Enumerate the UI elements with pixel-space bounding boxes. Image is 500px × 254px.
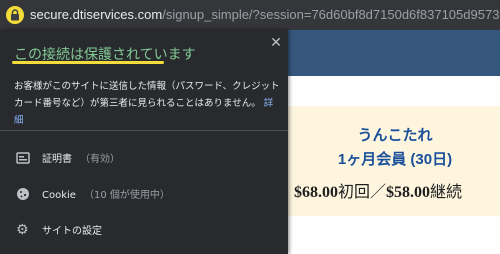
certificate-label-text: 証明書 (42, 154, 72, 165)
cookie-row[interactable]: Cookie （10 個が使用中） (0, 176, 288, 212)
certificate-row[interactable]: 証明書 （有効） (0, 140, 288, 176)
plan-term: 1ヶ月会員 (30日) (337, 151, 453, 168)
divider (0, 130, 288, 131)
certificate-status: （有効） (80, 154, 120, 165)
price-recurring: $58.00 (386, 184, 431, 201)
cookie-icon (17, 188, 29, 200)
close-button[interactable]: ✕ (267, 34, 285, 52)
url-path: /signup_simple/?session=76d60bf8d7150d6f… (162, 7, 500, 22)
cookie-label: Cookie （10 個が使用中） (42, 186, 170, 201)
description-text: お客様がこのサイトに送信した情報（パスワード、クレジット カード番号など）が第三… (14, 81, 280, 109)
url-host: secure.dtiservices.com (30, 7, 163, 22)
lock-icon (11, 9, 19, 21)
price-first: $68.00 (294, 184, 338, 201)
certificate-label: 証明書 （有効） (42, 150, 120, 165)
plan-price: $68.00初回／$58.00継続 (294, 178, 500, 202)
site-settings-row[interactable]: ⚙ サイトの設定 (0, 212, 288, 248)
address-bar[interactable]: secure.dtiservices.com/signup_simple/?se… (0, 0, 500, 30)
cookie-count: （10 個が使用中） (83, 190, 170, 201)
title-highlight-underline (12, 61, 164, 64)
connection-info-popup: この接続は保護されています ✕ お客様がこのサイトに送信した情報（パスワード、ク… (0, 30, 288, 254)
page-bottom (288, 216, 500, 254)
gear-icon: ⚙ (16, 222, 29, 238)
page-header (288, 30, 500, 76)
url-text[interactable]: secure.dtiservices.com/signup_simple/?se… (30, 7, 500, 22)
plan-name: うんこたれ (357, 127, 433, 144)
price-first-label: 初回／ (338, 184, 387, 201)
site-info-button[interactable] (6, 6, 24, 24)
page-spacer (288, 76, 500, 106)
connection-description: お客様がこのサイトに送信した情報（パスワード、クレジット カード番号など）が第三… (14, 78, 282, 129)
cookie-label-text: Cookie (42, 190, 76, 201)
close-icon: ✕ (270, 35, 282, 51)
price-recurring-label: 継続 (430, 184, 463, 201)
site-settings-label: サイトの設定 (42, 226, 102, 237)
certificate-icon (16, 152, 30, 164)
lock-highlight (6, 6, 24, 24)
